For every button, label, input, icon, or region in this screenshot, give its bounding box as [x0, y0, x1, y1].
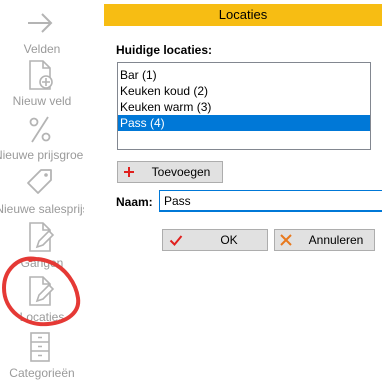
list-item[interactable]: Keuken koud (2) — [118, 83, 370, 99]
sidebar-item-label: Categorieën — [9, 366, 75, 380]
ok-button[interactable]: OK — [162, 229, 268, 251]
edit-document-icon — [25, 274, 55, 308]
close-icon — [279, 233, 293, 247]
sidebar-item-locaties[interactable]: Locaties — [0, 274, 84, 326]
cancel-button[interactable]: Annuleren — [274, 229, 375, 251]
sidebar-item-label: Nieuw veld — [12, 94, 72, 108]
sidebar: Velden Nieuw veld Nieuwe prijsgroep Nieu… — [0, 0, 84, 387]
dialog-title: Locaties — [104, 4, 382, 26]
checkmark-icon — [169, 233, 183, 247]
sidebar-item-nieuwe-salesprijs[interactable]: Nieuwe salesprijs — [0, 166, 84, 218]
sidebar-item-gangen[interactable]: Gangen — [0, 220, 84, 272]
plus-icon — [122, 165, 136, 179]
name-label: Naam: — [116, 195, 153, 209]
list-item-selected[interactable]: Pass (4) — [118, 115, 370, 131]
locations-listbox[interactable]: Bar (1) Keuken koud (2) Keuken warm (3) … — [117, 62, 371, 150]
name-input[interactable] — [159, 190, 382, 212]
edit-document-icon — [25, 220, 55, 254]
list-label: Huidige locaties: — [116, 43, 213, 57]
arrow-right-icon — [25, 6, 55, 40]
ok-button-label: OK — [220, 233, 238, 247]
new-document-icon — [25, 58, 55, 92]
sidebar-item-label: Gangen — [20, 256, 64, 270]
cabinet-icon — [25, 330, 55, 364]
add-button[interactable]: Toevoegen — [117, 161, 223, 183]
list-item[interactable]: Bar (1) — [118, 67, 370, 83]
locaties-dialog: Locaties Huidige locaties: Bar (1) Keuke… — [104, 0, 382, 387]
percent-icon — [25, 112, 55, 146]
sidebar-item-label: Nieuwe prijsgroep — [0, 148, 84, 162]
sidebar-item-velden[interactable]: Velden — [0, 6, 84, 58]
sidebar-item-label: Nieuwe salesprijs — [0, 202, 84, 216]
cancel-button-label: Annuleren — [308, 233, 364, 247]
sidebar-item-label: Locaties — [19, 310, 65, 324]
sidebar-item-nieuw-veld[interactable]: Nieuw veld — [0, 58, 84, 110]
list-item[interactable]: Keuken warm (3) — [118, 99, 370, 115]
sidebar-item-label: Velden — [23, 42, 61, 56]
sidebar-item-categorieen[interactable]: Categorieën — [0, 330, 84, 382]
price-tag-icon — [25, 166, 55, 200]
sidebar-item-nieuwe-prijsgroep[interactable]: Nieuwe prijsgroep — [0, 112, 84, 164]
add-button-label: Toevoegen — [151, 165, 211, 179]
